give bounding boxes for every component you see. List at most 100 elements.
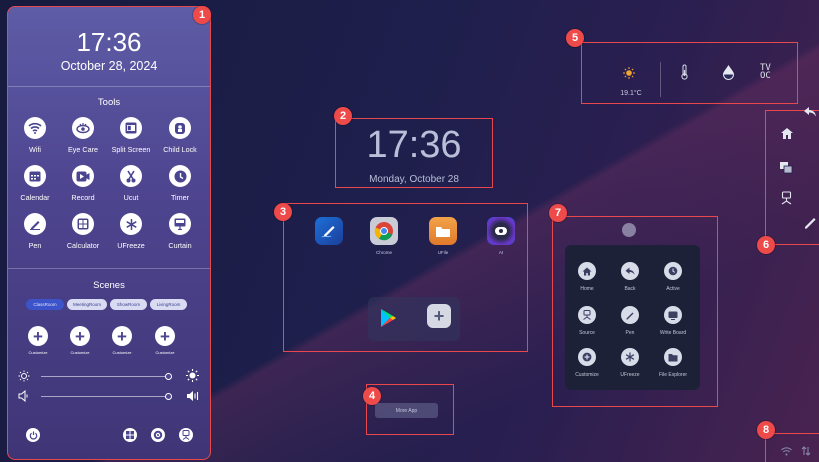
annotation-badge-7: 7 <box>549 204 567 222</box>
app-whiteboard[interactable] <box>311 217 347 250</box>
active-icon <box>664 262 682 280</box>
desktop-clock-date: Monday, October 28 <box>369 174 459 185</box>
source-button[interactable] <box>179 428 193 442</box>
gear-icon <box>153 430 163 440</box>
home-icon[interactable] <box>780 127 794 140</box>
more-app-button[interactable]: More App <box>375 403 438 418</box>
dock-customize-button[interactable]: Customize <box>567 348 607 378</box>
volume-slider-handle[interactable] <box>165 393 172 400</box>
dock-label: File Explorer <box>658 372 688 378</box>
thermometer-icon <box>680 64 689 80</box>
brightness-slider-handle[interactable] <box>165 373 172 380</box>
scene-classroom[interactable]: ClassRoom <box>26 299 64 310</box>
record-icon <box>72 165 94 187</box>
dock-label: Customize <box>575 372 599 378</box>
annotation-badge-2: 2 <box>334 107 352 125</box>
dock-label: UFreeze <box>620 372 640 378</box>
wifi-icon <box>24 117 46 139</box>
chrome-app-icon <box>370 217 398 245</box>
floating-menu-handle[interactable] <box>622 223 636 237</box>
windows-button[interactable] <box>123 428 137 442</box>
dock-ufreeze-button[interactable]: UFreeze <box>610 348 650 378</box>
power-icon <box>29 431 37 439</box>
annotation-badge-5: 5 <box>566 29 584 47</box>
tool-label: Wifi <box>29 145 41 154</box>
dock-file-explorer-button[interactable]: File Explorer <box>653 348 693 378</box>
scissors-icon <box>120 165 142 187</box>
tool-timer[interactable]: Timer <box>155 165 205 202</box>
calendar-icon <box>24 165 46 187</box>
tool-eye-care[interactable]: Eye Care <box>58 117 108 154</box>
dock-label: Write Board <box>659 330 687 336</box>
dock-home-button[interactable]: Home <box>567 262 607 292</box>
tool-calculator[interactable]: Calculator <box>58 213 108 250</box>
app-play-store[interactable] <box>370 304 406 337</box>
back-icon <box>621 262 639 280</box>
dock-source-button[interactable]: Source <box>567 306 607 336</box>
dock-label: Source <box>579 330 595 336</box>
app-add[interactable]: + <box>421 304 457 333</box>
plus-icon <box>578 348 596 366</box>
ai-app-icon <box>487 217 515 245</box>
child-lock-icon <box>169 117 191 139</box>
annotation-badge-6: 6 <box>757 236 775 254</box>
write-board-icon <box>664 306 682 324</box>
windows-icon <box>126 431 134 439</box>
source-icon[interactable] <box>780 191 793 205</box>
pen-icon[interactable] <box>803 215 817 229</box>
brightness-slider[interactable] <box>41 376 169 377</box>
plus-icon: + <box>112 326 132 346</box>
split-screen-icon <box>120 117 142 139</box>
tool-label: Child Lock <box>163 145 197 154</box>
pen-icon <box>24 213 46 235</box>
dock-label: Pen <box>625 330 635 336</box>
tool-label: UFreeze <box>117 241 145 250</box>
customize-scene-2[interactable]: + Customize <box>60 326 100 355</box>
tool-record[interactable]: Record <box>58 165 108 202</box>
tool-ucut[interactable]: Ucut <box>106 165 156 202</box>
customize-scene-1[interactable]: + Customize <box>18 326 58 355</box>
app-label: UFile <box>437 250 449 255</box>
dock-label: Home <box>580 286 594 292</box>
scene-meetingroom[interactable]: MeetingRoom <box>67 299 107 310</box>
app-ai[interactable]: AI <box>483 217 519 255</box>
tool-ufreeze[interactable]: UFreeze <box>106 213 156 250</box>
add-app-icon: + <box>427 304 451 328</box>
tool-split-screen[interactable]: Split Screen <box>106 117 156 154</box>
divider <box>8 268 210 269</box>
tool-child-lock[interactable]: Child Lock <box>155 117 205 154</box>
tool-wifi[interactable]: Wifi <box>10 117 60 154</box>
power-button[interactable] <box>26 428 40 442</box>
settings-button[interactable] <box>151 428 165 442</box>
scene-livingroom[interactable]: LivingRoom <box>150 299 187 310</box>
tool-label: Split Screen <box>111 145 151 154</box>
app-ufile[interactable]: UFile <box>425 217 461 255</box>
desktop-clock-time: 17:36 <box>366 124 462 166</box>
tool-label: Curtain <box>168 241 192 250</box>
back-arrow-icon[interactable] <box>803 106 817 118</box>
tvoc-label: TV OC <box>760 63 771 81</box>
tool-calendar[interactable]: Calendar <box>10 165 60 202</box>
customize-scene-3[interactable]: + Customize <box>102 326 142 355</box>
tool-curtain[interactable]: Curtain <box>155 213 205 250</box>
customize-label: Customize <box>28 350 48 355</box>
dock-label: Active <box>666 286 680 292</box>
snowflake-icon <box>621 348 639 366</box>
curtain-icon <box>169 213 191 235</box>
eye-care-icon <box>72 117 94 139</box>
dock-active-button[interactable]: Active <box>653 262 693 292</box>
multitask-icon[interactable] <box>779 161 793 174</box>
annotation-badge-1: 1 <box>193 6 211 24</box>
panel-date: October 28, 2024 <box>60 59 158 73</box>
tool-pen[interactable]: Pen <box>10 213 60 250</box>
scenes-title: Scenes <box>93 280 125 291</box>
dock-pen-button[interactable]: Pen <box>610 306 650 336</box>
network-status-icon <box>801 446 811 456</box>
volume-slider[interactable] <box>41 396 169 397</box>
dock-write-board-button[interactable]: Write Board <box>653 306 693 336</box>
dock-back-button[interactable]: Back <box>610 262 650 292</box>
volume-high-icon <box>186 390 200 402</box>
customize-scene-4[interactable]: + Customize <box>145 326 185 355</box>
scene-showroom[interactable]: ShowRoom <box>110 299 147 310</box>
app-chrome[interactable]: Chrome <box>366 217 402 255</box>
